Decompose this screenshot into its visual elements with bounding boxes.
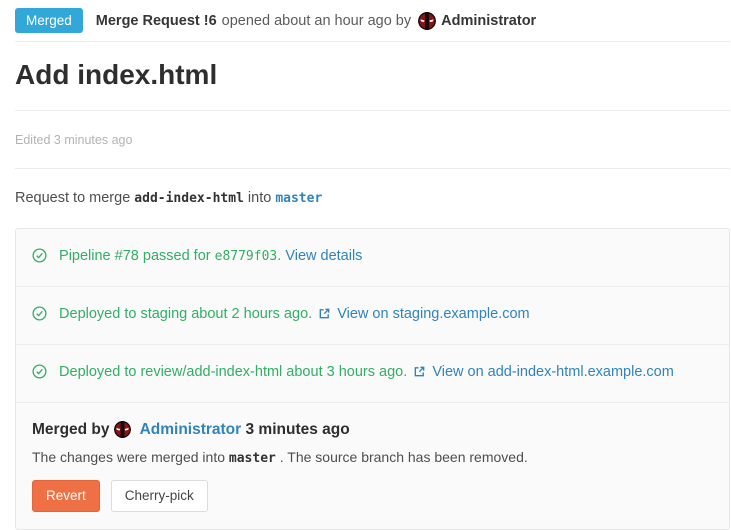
mr-widget: Pipeline #78 passed for e8779f03. View d… [15,228,730,530]
pipeline-sha[interactable]: e8779f03 [215,249,278,264]
title-row: Add index.html [15,42,730,111]
author-name-link[interactable]: Administrator [441,13,536,29]
external-link-icon [413,364,426,384]
view-environment-link[interactable]: View on staging.example.com [337,306,529,322]
into-text: into [248,190,271,206]
merged-body-after: . The source branch has been removed. [280,449,528,465]
merged-body-before: The changes were merged into [32,449,225,465]
request-prefix: Request to merge [15,190,130,206]
deployment-text: Deployed to review/add-index-html about … [59,364,407,380]
cherry-pick-button[interactable]: Cherry-pick [111,480,208,512]
merger-avatar[interactable] [114,421,131,438]
edited-row: Edited 3 minutes ago [15,111,730,169]
merged-state-section: Merged by Administrator 3 minutes ago Th… [16,403,729,529]
request-to-merge-row: Request to merge add-index-html into mas… [15,169,730,228]
pipeline-status-text: Pipeline #78 passed for [59,248,211,264]
deployment-row-staging: Deployed to staging about 2 hours ago. V… [16,287,729,345]
merged-by-line: Merged by Administrator 3 minutes ago [32,419,713,441]
target-branch-link[interactable]: master [275,191,322,206]
page-title: Add index.html [15,58,730,91]
merger-name-link[interactable]: Administrator [140,421,242,438]
mr-reference: Merge Request !6 [96,13,217,29]
author-avatar[interactable] [418,12,436,30]
external-link-icon [318,306,331,326]
merged-state-badge: Merged [15,8,83,33]
merged-body-text: The changes were merged into master . Th… [32,449,713,466]
merged-by-label: Merged by [32,421,110,438]
pipeline-period: . [277,248,281,264]
view-environment-link[interactable]: View on add-index-html.example.com [432,364,674,380]
deployment-text: Deployed to staging about 2 hours ago. [59,306,312,322]
merged-actions: Revert Cherry-pick [32,480,713,512]
mr-status-header: Merged Merge Request !6 opened about an … [15,0,730,42]
revert-button[interactable]: Revert [32,480,100,512]
source-branch: add-index-html [134,191,244,206]
check-circle-icon [32,306,47,327]
merged-time: 3 minutes ago [246,421,350,438]
pipeline-status-row: Pipeline #78 passed for e8779f03. View d… [16,229,729,287]
merge-request-page: Merged Merge Request !6 opened about an … [0,0,731,530]
check-circle-icon [32,364,47,385]
merged-target-branch: master [229,451,276,466]
deployment-row-review: Deployed to review/add-index-html about … [16,345,729,403]
view-details-link[interactable]: View details [285,248,362,264]
opened-timestamp: opened about an hour ago by [222,13,411,29]
check-circle-icon [32,248,47,269]
edited-timestamp: Edited 3 minutes ago [15,133,132,147]
